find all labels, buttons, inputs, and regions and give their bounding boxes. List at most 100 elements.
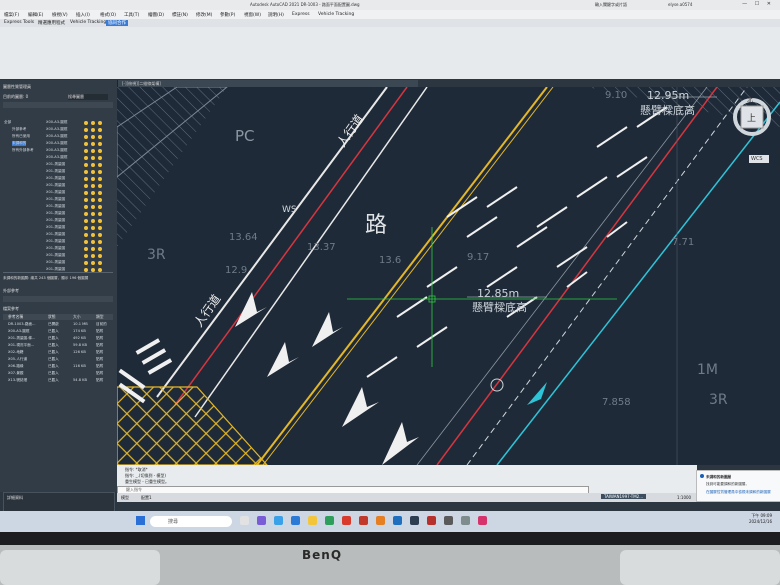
menu-dimension[interactable]: 標註(N) [172,12,188,18]
layer-on-bulb-icon[interactable] [91,120,95,125]
layer-on-bulb-icon[interactable] [98,190,102,195]
tree-all-xref[interactable]: 所有外部參考 [12,148,34,153]
layer-row-name[interactable]: X01-測量圖 [46,211,65,216]
layer-on-bulb-icon[interactable] [84,239,88,244]
taskbar-app-icon[interactable] [410,516,419,525]
tree-xref[interactable]: 外部參考 [12,127,26,132]
layer-row-name[interactable]: X01-測量圖 [46,225,65,230]
layer-on-bulb-icon[interactable] [84,204,88,209]
layer-on-bulb-icon[interactable] [84,155,88,160]
layer-on-bulb-icon[interactable] [84,246,88,251]
col-name[interactable]: 參考名稱 [8,314,23,320]
xref-row[interactable]: X05-人行道 已載入 貼附 [3,357,113,363]
taskbar-app-icon[interactable] [427,516,436,525]
annotation-scale[interactable]: 1:1000 [677,495,691,500]
menu-insert[interactable]: 插入(I) [76,12,90,18]
taskbar-app-icon[interactable] [308,516,317,525]
layer-on-bulb-icon[interactable] [98,246,102,251]
windows-start-icon[interactable] [136,516,145,525]
tab-layout1[interactable]: 配置1 [141,495,152,501]
tab-model[interactable]: 模型 [121,495,129,501]
layer-on-bulb-icon[interactable] [98,197,102,202]
layer-on-bulb-icon[interactable] [98,253,102,258]
layer-row-name[interactable]: X01-測量圖 [46,260,65,265]
account-name[interactable]: elyse.a0574 [668,2,692,7]
layer-on-bulb-icon[interactable] [91,225,95,230]
layer-search-input[interactable]: 搜尋圖層 [68,94,108,100]
layer-on-bulb-icon[interactable] [98,155,102,160]
layer-on-bulb-icon[interactable] [91,197,95,202]
search-box[interactable]: 輸入關鍵字或片語 [595,2,627,8]
toast-link[interactable]: 在圖層性質管理員中檢視未調和的新圖層 [706,490,771,495]
layer-on-bulb-icon[interactable] [91,218,95,223]
taskbar-app-icon[interactable] [257,516,266,525]
menu-parametric[interactable]: 參數(P) [220,12,235,18]
layer-row-name[interactable]: X01-測量圖 [46,232,65,237]
layer-on-bulb-icon[interactable] [84,141,88,146]
taskbar-app-icon[interactable] [325,516,334,525]
xref-row[interactable]: X01-現況平面... 已載入 59.8 KB 貼附 [3,343,113,349]
layer-on-bulb-icon[interactable] [84,169,88,174]
layer-toolbar[interactable] [3,102,113,108]
col-size[interactable]: 大小 [73,314,81,320]
tab-express-tools[interactable]: Express Tools [2,20,36,25]
menu-window[interactable]: 視窗(W) [244,12,261,18]
layer-on-bulb-icon[interactable] [91,246,95,251]
layer-on-bulb-icon[interactable] [84,253,88,258]
layer-on-bulb-icon[interactable] [91,183,95,188]
drawing-canvas[interactable]: PC 路 人行道 人行道 3R 3R 1M 12.95m 懸臂樑底高 12.85… [117,87,780,465]
window-controls[interactable]: — ☐ ✕ [742,1,774,7]
layer-on-bulb-icon[interactable] [91,239,95,244]
layer-on-bulb-icon[interactable] [98,232,102,237]
layer-on-bulb-icon[interactable] [98,120,102,125]
layer-on-bulb-icon[interactable] [91,260,95,265]
layer-on-bulb-icon[interactable] [91,204,95,209]
layer-on-bulb-icon[interactable] [91,267,95,272]
layer-on-bulb-icon[interactable] [84,211,88,216]
xref-row[interactable]: X06-路緣 已載入 116 KB 貼附 [3,364,113,370]
taskbar-app-icon[interactable] [274,516,283,525]
layer-on-bulb-icon[interactable] [91,148,95,153]
viewport-controls[interactable]: [-][俯視][二維線架構] [118,80,418,87]
taskbar-app-icon[interactable] [291,516,300,525]
layer-row-name[interactable]: X00-A3-圖框 [46,134,67,139]
layer-row-name[interactable]: X01-測量圖 [46,239,65,244]
taskbar-app-icon[interactable] [376,516,385,525]
layer-row-name[interactable]: X01-測量圖 [46,169,65,174]
taskbar-app-icon[interactable] [393,516,402,525]
taskbar-app-icon[interactable] [461,516,470,525]
coordinate-system[interactable]: TAIWAN1997-TM2... [601,494,647,499]
layer-row-name[interactable]: X01-測量圖 [46,176,65,181]
menu-vehicle-tracking[interactable]: Vehicle Tracking [318,12,354,17]
xref-row[interactable]: X07-景觀 已載入 貼附 [3,371,113,377]
layer-on-bulb-icon[interactable] [98,127,102,132]
layer-on-bulb-icon[interactable] [98,183,102,188]
layer-on-bulb-icon[interactable] [91,169,95,174]
layer-row-name[interactable]: X00-A3-圖框 [46,141,67,146]
layer-on-bulb-icon[interactable] [98,267,102,272]
taskbar-app-icon[interactable] [478,516,487,525]
menu-express[interactable]: Express [292,12,310,17]
layer-row-name[interactable]: X01-測量圖 [46,197,65,202]
layer-on-bulb-icon[interactable] [84,183,88,188]
layer-on-bulb-icon[interactable] [98,134,102,139]
layer-on-bulb-icon[interactable] [98,260,102,265]
layer-on-bulb-icon[interactable] [84,260,88,265]
system-clock[interactable]: 下午 09:09 2024/12/16 [749,513,772,525]
layer-on-bulb-icon[interactable] [84,232,88,237]
menu-tools[interactable]: 工具(T) [124,12,139,18]
menu-view[interactable]: 檢視(V) [52,12,68,18]
layer-row-name[interactable]: X01-測量圖 [46,204,65,209]
xref-row[interactable]: DR-1003-路面... 已開啟 10.1 MB 目前的 [3,322,113,328]
layer-row-name[interactable]: X01-測量圖 [46,190,65,195]
taskbar-app-icon[interactable] [444,516,453,525]
layer-on-bulb-icon[interactable] [84,162,88,167]
layer-row-name[interactable]: X00-A3-圖框 [46,148,67,153]
layer-on-bulb-icon[interactable] [91,127,95,132]
tree-unreconciled[interactable]: 未調和的 [12,141,27,146]
menu-draw[interactable]: 繪圖(D) [148,12,164,18]
taskbar-app-icon[interactable] [240,516,249,525]
layer-on-bulb-icon[interactable] [91,176,95,181]
tree-used[interactable]: 所有已使用 [12,134,30,139]
layer-on-bulb-icon[interactable] [84,127,88,132]
